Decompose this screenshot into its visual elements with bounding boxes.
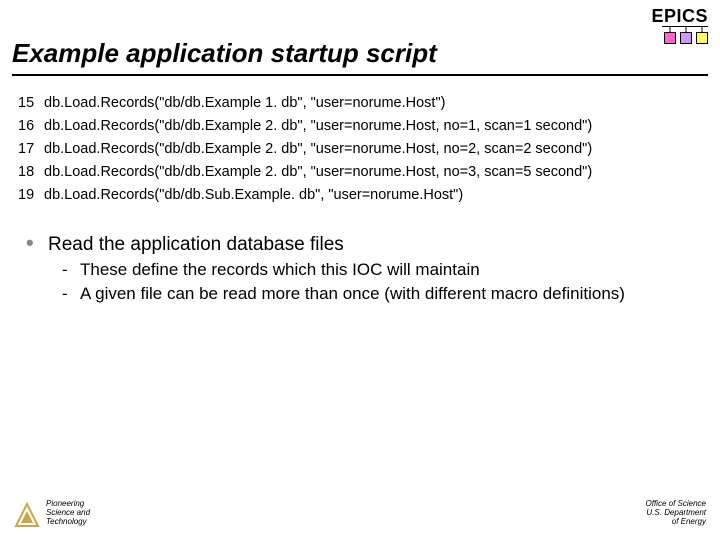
- code-text: db.Load.Records("db/db.Example 2. db", "…: [44, 115, 592, 138]
- epics-box-icon: [680, 32, 692, 44]
- bullet-sub-item: - These define the records which this IO…: [62, 258, 690, 282]
- line-number: 16: [18, 115, 44, 138]
- footer-left-line: Pioneering: [46, 499, 90, 508]
- bullet-list: • Read the application database files - …: [26, 232, 690, 306]
- footer-left: Pioneering Science and Technology: [46, 499, 90, 526]
- epics-logo-boxes: [651, 32, 708, 44]
- footer-left-line: Science and: [46, 508, 90, 517]
- epics-box-icon: [696, 32, 708, 44]
- slide: EPICS Example application startup script…: [0, 0, 720, 540]
- bullet-marker: •: [26, 232, 48, 258]
- slide-title: Example application startup script: [12, 38, 437, 69]
- bullet-sub-text: These define the records which this IOC …: [80, 258, 480, 282]
- bullet-sub-item: - A given file can be read more than onc…: [62, 282, 690, 306]
- line-number: 15: [18, 92, 44, 115]
- code-line: 15 db.Load.Records("db/db.Example 1. db"…: [18, 92, 592, 115]
- title-underline: [12, 74, 708, 76]
- footer-right: Office of Science U.S. Department of Ene…: [646, 499, 706, 526]
- epics-logo: EPICS: [651, 6, 708, 44]
- code-line: 17 db.Load.Records("db/db.Example 2. db"…: [18, 138, 592, 161]
- footer-right-line: Office of Science: [646, 499, 706, 508]
- code-line: 19 db.Load.Records("db/db.Sub.Example. d…: [18, 184, 592, 207]
- code-text: db.Load.Records("db/db.Sub.Example. db",…: [44, 184, 463, 207]
- line-number: 18: [18, 161, 44, 184]
- footer: Pioneering Science and Technology Office…: [0, 484, 720, 530]
- bullet-text: Read the application database files: [48, 232, 690, 258]
- footer-left-line: Technology: [46, 517, 90, 526]
- code-line: 16 db.Load.Records("db/db.Example 2. db"…: [18, 115, 592, 138]
- code-line: 18 db.Load.Records("db/db.Example 2. db"…: [18, 161, 592, 184]
- footer-right-line: of Energy: [646, 517, 706, 526]
- line-number: 17: [18, 138, 44, 161]
- code-text: db.Load.Records("db/db.Example 2. db", "…: [44, 161, 592, 184]
- epics-logo-text: EPICS: [651, 6, 708, 27]
- argonne-logo-icon: [14, 502, 40, 528]
- code-block: 15 db.Load.Records("db/db.Example 1. db"…: [18, 92, 592, 207]
- dash-marker: -: [62, 258, 80, 282]
- footer-right-line: U.S. Department: [646, 508, 706, 517]
- bullet-sub-text: A given file can be read more than once …: [80, 282, 625, 306]
- code-text: db.Load.Records("db/db.Example 1. db", "…: [44, 92, 445, 115]
- bullet-item: • Read the application database files: [26, 232, 690, 258]
- dash-marker: -: [62, 282, 80, 306]
- line-number: 19: [18, 184, 44, 207]
- epics-box-icon: [664, 32, 676, 44]
- code-text: db.Load.Records("db/db.Example 2. db", "…: [44, 138, 592, 161]
